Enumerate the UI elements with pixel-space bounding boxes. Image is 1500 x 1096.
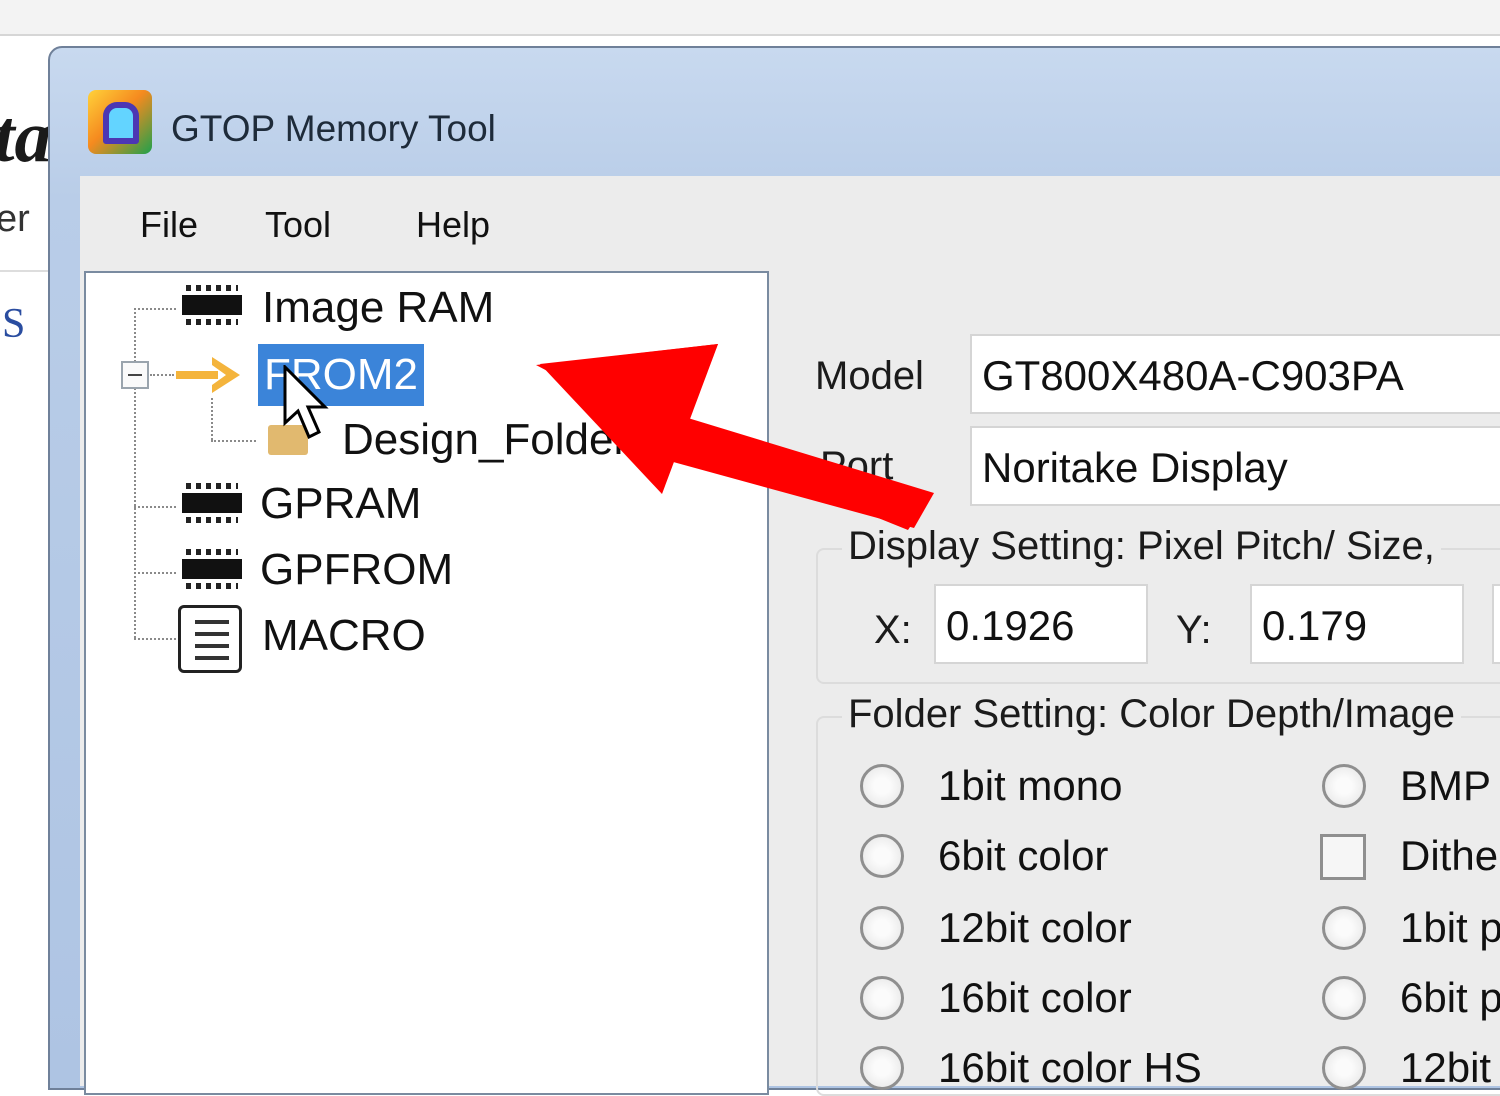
collapse-icon[interactable] [121,361,149,389]
radio-1bit-p[interactable] [1322,906,1366,950]
tree-connector [134,308,136,638]
pixel-x-input[interactable]: 0.1926 [934,584,1148,664]
window-client-area: File Tool Help Image RAM FROM2 Design_Fo… [80,176,1500,1096]
radio-1bit-mono[interactable] [860,764,904,808]
option-label: 1bit p [1400,904,1500,951]
arrow-right-icon [176,357,240,393]
background-window-strip [0,0,1500,36]
option-label: 12bit color [938,904,1132,951]
tree-item-gpfrom[interactable]: GPFROM [260,545,453,595]
background-tab-text: er [0,198,30,240]
display-setting-group: Display Setting: Pixel Pitch/ Size, X: 0… [816,524,1500,684]
option-label: 12bit [1400,1044,1492,1091]
folder-setting-group: Folder Setting: Color Depth/Image 1bit m… [816,692,1500,1096]
menu-bar: File Tool Help [80,176,1500,271]
tree-item-gpram[interactable]: GPRAM [260,479,421,529]
window-title: GTOP Memory Tool [171,108,496,149]
tree-connector [134,638,176,640]
tree-item-design-folder[interactable]: Design_Folder [342,415,628,465]
radio-bmp[interactable] [1322,764,1366,808]
tree-connector [134,506,176,508]
port-field[interactable]: Noritake Display [970,426,1500,506]
tree-item-macro[interactable]: MACRO [262,611,426,661]
option-label: Dither [1400,832,1500,879]
app-window: GTOP Memory Tool File Tool Help Image RA… [48,46,1500,1096]
option-label: 1bit mono [938,762,1123,809]
memory-chip-icon [182,545,242,593]
tree-connector [134,308,176,310]
mouse-cursor-icon [283,365,329,440]
pixel-size-input[interactable] [1492,584,1500,664]
menu-file[interactable]: File [140,204,198,246]
option-label: 16bit color [938,974,1132,1021]
background-link-text: S [2,301,26,347]
menu-tool[interactable]: Tool [265,204,331,246]
option-label: 16bit color HS [938,1044,1202,1091]
dither-checkbox[interactable] [1320,834,1366,880]
memory-chip-icon [182,281,242,329]
memory-chip-icon [182,479,242,527]
app-logo-icon [88,90,152,154]
macro-scroll-icon [178,605,242,673]
background-divider [0,270,48,272]
pixel-x-label: X: [874,608,912,652]
radio-6bit-p[interactable] [1322,976,1366,1020]
radio-12bit[interactable] [1322,1046,1366,1090]
menu-help[interactable]: Help [416,204,490,246]
tree-connector [150,374,174,376]
radio-16bit-color-hs[interactable] [860,1046,904,1090]
display-setting-title: Display Setting: Pixel Pitch/ Size, [842,524,1441,569]
radio-16bit-color[interactable] [860,976,904,1020]
tree-connector [134,572,176,574]
model-field[interactable]: GT800X480A-C903PA [970,334,1500,414]
option-label: BMP [1400,762,1492,809]
tree-connector [211,440,256,442]
background-heading-text: ta [0,96,52,178]
tree-connector [211,398,213,440]
option-label: 6bit color [938,832,1109,879]
pixel-y-input[interactable]: 0.179 [1250,584,1464,664]
radio-6bit-color[interactable] [860,834,904,878]
model-label: Model [815,354,924,398]
radio-12bit-color[interactable] [860,906,904,950]
memory-tree[interactable]: Image RAM FROM2 Design_Folder GPRAM GPFR… [84,271,769,1095]
pixel-y-label: Y: [1176,608,1212,652]
tree-item-image-ram[interactable]: Image RAM [262,283,494,333]
option-label: 6bit p [1400,974,1500,1021]
folder-setting-title: Folder Setting: Color Depth/Image [842,692,1461,737]
port-label: Port [820,444,894,488]
